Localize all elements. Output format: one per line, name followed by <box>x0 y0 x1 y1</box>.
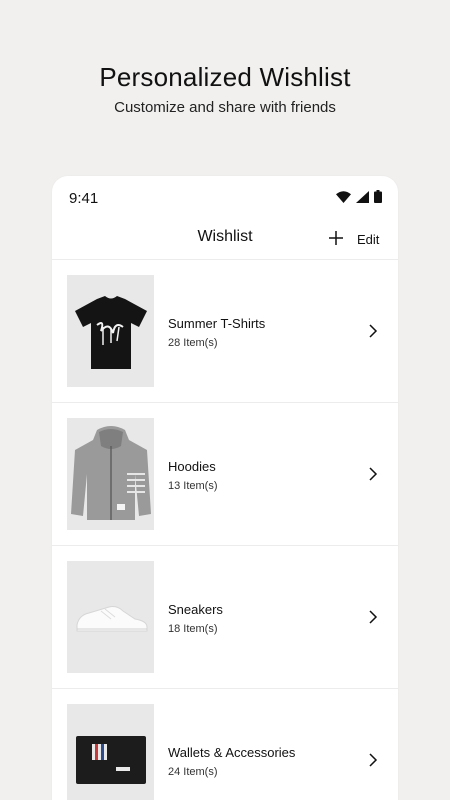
wishlist-count: 18 Item(s) <box>168 623 218 635</box>
list-item[interactable]: Summer T-Shirts 28 Item(s) <box>52 260 398 403</box>
wishlist-thumbnail <box>67 704 154 800</box>
signal-icon <box>356 190 369 203</box>
list-item[interactable]: Sneakers 18 Item(s) <box>52 546 398 689</box>
chevron-right-icon <box>369 610 378 624</box>
hoodie-image <box>70 426 151 520</box>
promo-subtitle: Customize and share with friends <box>114 99 336 116</box>
wishlist-list: Summer T-Shirts 28 Item(s) Hoodies 13 It… <box>52 260 398 800</box>
edit-button[interactable]: Edit <box>357 232 379 247</box>
wishlist-thumbnail <box>67 418 154 530</box>
battery-icon <box>374 190 382 203</box>
promo-title: Personalized Wishlist <box>99 62 351 92</box>
list-item[interactable]: Hoodies 13 Item(s) <box>52 403 398 546</box>
wishlist-name: Hoodies <box>168 459 216 474</box>
sneaker-image <box>76 606 147 632</box>
wishlist-thumbnail <box>67 275 154 387</box>
status-time: 9:41 <box>69 190 99 207</box>
plus-icon[interactable] <box>328 230 344 246</box>
wishlist-name: Sneakers <box>168 602 223 617</box>
chevron-right-icon <box>369 324 378 338</box>
phone-screen: 9:41 Wishlist Edit Summer T-Shirts 28 It… <box>52 176 398 800</box>
status-bar: 9:41 <box>52 176 398 220</box>
wishlist-name: Summer T-Shirts <box>168 316 266 331</box>
wishlist-count: 28 Item(s) <box>168 337 218 349</box>
list-item[interactable]: Wallets & Accessories 24 Item(s) <box>52 689 398 800</box>
wishlist-thumbnail <box>67 561 154 673</box>
wallet-image <box>75 736 146 784</box>
nav-bar: Wishlist Edit <box>52 220 398 260</box>
tshirt-image <box>74 296 147 369</box>
chevron-right-icon <box>369 467 378 481</box>
wishlist-count: 24 Item(s) <box>168 766 218 778</box>
wishlist-name: Wallets & Accessories <box>168 745 296 760</box>
wishlist-count: 13 Item(s) <box>168 480 218 492</box>
chevron-right-icon <box>369 753 378 767</box>
status-icons <box>336 190 382 203</box>
page-title: Wishlist <box>197 228 253 245</box>
wifi-icon <box>336 190 351 203</box>
